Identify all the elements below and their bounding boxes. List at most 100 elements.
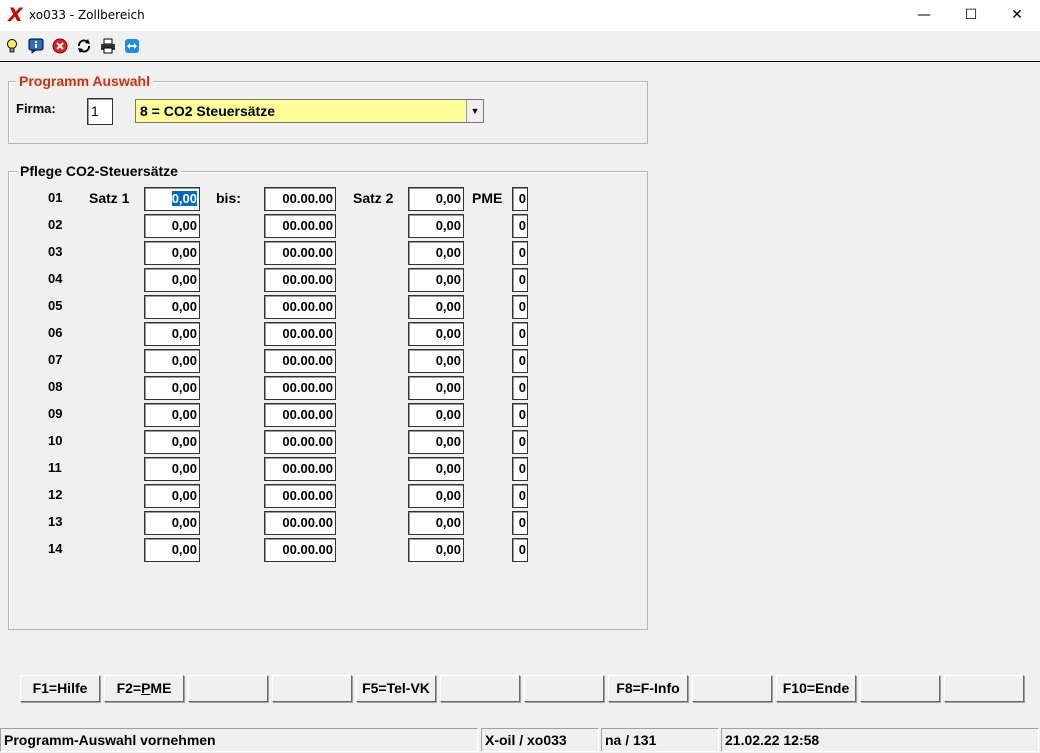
pme-input[interactable]: 0 <box>512 403 528 427</box>
lightbulb-icon[interactable] <box>4 38 20 54</box>
bis-date-input[interactable]: 00.00.00 <box>264 538 336 562</box>
bis-date-input[interactable]: 00.00.00 <box>264 376 336 400</box>
pme-input[interactable]: 0 <box>512 538 528 562</box>
fkey-f2-button[interactable]: F2=PME <box>104 675 184 702</box>
chevron-down-icon[interactable]: ▼ <box>466 100 483 122</box>
firma-label: Firma: <box>16 101 56 116</box>
satz2-input[interactable]: 0,00 <box>408 322 464 346</box>
satz1-input[interactable]: 0,00 <box>144 268 200 292</box>
bis-date-input[interactable]: 00.00.00 <box>264 268 336 292</box>
pme-input[interactable]: 0 <box>512 484 528 508</box>
satz2-input[interactable]: 0,00 <box>408 376 464 400</box>
satz2-input[interactable]: 0,00 <box>408 457 464 481</box>
pme-input[interactable]: 0 <box>512 295 528 319</box>
satz1-input[interactable]: 0,00 <box>144 376 200 400</box>
firma-input[interactable]: 1 <box>87 98 113 125</box>
fkey-empty-button[interactable] <box>860 675 940 702</box>
bis-date-input[interactable]: 00.00.00 <box>264 457 336 481</box>
program-select[interactable]: 8 = CO2 Steuersätze ▼ <box>135 99 484 123</box>
pflege-legend: Pflege CO2-Steuersätze <box>17 163 181 179</box>
satz1-input[interactable]: 0,00 <box>144 538 200 562</box>
satz1-input[interactable]: 0,00 <box>144 430 200 454</box>
fkey-empty-button[interactable] <box>440 675 520 702</box>
fkey-empty-button[interactable] <box>692 675 772 702</box>
fkey-f1-button[interactable]: F1=Hilfe <box>20 675 100 702</box>
bis-date-input[interactable]: 00.00.00 <box>264 322 336 346</box>
satz1-input[interactable]: 0,00 <box>144 403 200 427</box>
close-button[interactable]: ✕ <box>994 0 1040 31</box>
row-number: 12 <box>48 487 63 502</box>
cancel-icon[interactable] <box>52 38 68 54</box>
satz1-input[interactable]: 0,00 <box>144 322 200 346</box>
refresh-icon[interactable] <box>76 38 92 54</box>
print-icon[interactable] <box>100 38 116 54</box>
bis-date-input[interactable]: 00.00.00 <box>264 295 336 319</box>
pme-input[interactable]: 0 <box>512 457 528 481</box>
pme-header: PME <box>472 190 503 206</box>
fkey-f10-button[interactable]: F10=Ende <box>776 675 856 702</box>
satz1-input[interactable]: 0,00 <box>144 214 200 238</box>
satz2-input[interactable]: 0,00 <box>408 214 464 238</box>
status-user: na / 131 <box>601 728 719 752</box>
pme-input[interactable]: 0 <box>512 430 528 454</box>
satz1-input[interactable]: 0,00 <box>144 457 200 481</box>
row-number: 05 <box>48 298 63 313</box>
row-number: 06 <box>48 325 63 340</box>
teamviewer-icon[interactable] <box>124 38 140 54</box>
bis-date-input[interactable]: 00.00.00 <box>264 349 336 373</box>
fkey-empty-button[interactable] <box>188 675 268 702</box>
status-message: Programm-Auswahl vornehmen <box>0 728 478 752</box>
satz1-input[interactable]: 0,00 <box>144 349 200 373</box>
bis-date-input[interactable]: 00.00.00 <box>264 430 336 454</box>
satz1-input[interactable]: 0,00 <box>144 187 200 211</box>
bis-date-input[interactable]: 00.00.00 <box>264 214 336 238</box>
fkey-f5-button[interactable]: F5=Tel-VK <box>356 675 436 702</box>
row-number: 07 <box>48 352 63 367</box>
satz1-input[interactable]: 0,00 <box>144 484 200 508</box>
satz2-input[interactable]: 0,00 <box>408 484 464 508</box>
status-app: X-oil / xo033 <box>481 728 599 752</box>
bis-date-input[interactable]: 00.00.00 <box>264 403 336 427</box>
pme-input[interactable]: 0 <box>512 241 528 265</box>
bis-date-input[interactable]: 00.00.00 <box>264 484 336 508</box>
row-number: 11 <box>48 460 62 475</box>
fkey-empty-button[interactable] <box>944 675 1024 702</box>
bis-date-input[interactable]: 00.00.00 <box>264 187 336 211</box>
toolbar <box>0 31 1040 62</box>
satz2-input[interactable]: 0,00 <box>408 295 464 319</box>
programm-auswahl-legend: Programm Auswahl <box>16 73 153 89</box>
satz1-input[interactable]: 0,00 <box>144 511 200 535</box>
satz2-input[interactable]: 0,00 <box>408 538 464 562</box>
bis-date-input[interactable]: 00.00.00 <box>264 241 336 265</box>
fkey-empty-button[interactable] <box>524 675 604 702</box>
satz2-input[interactable]: 0,00 <box>408 349 464 373</box>
pme-input[interactable]: 0 <box>512 376 528 400</box>
pme-input[interactable]: 0 <box>512 322 528 346</box>
pme-input[interactable]: 0 <box>512 268 528 292</box>
satz2-input[interactable]: 0,00 <box>408 403 464 427</box>
pme-input[interactable]: 0 <box>512 214 528 238</box>
satz2-input[interactable]: 0,00 <box>408 241 464 265</box>
row-number: 08 <box>48 379 63 394</box>
row-number: 13 <box>48 514 63 529</box>
pme-input[interactable]: 0 <box>512 349 528 373</box>
satz2-input[interactable]: 0,00 <box>408 268 464 292</box>
fkey-empty-button[interactable] <box>272 675 352 702</box>
title-bar: X xo033 - Zollbereich — ☐ ✕ <box>0 0 1040 31</box>
satz2-input[interactable]: 0,00 <box>408 187 464 211</box>
satz1-input[interactable]: 0,00 <box>144 295 200 319</box>
row-number: 09 <box>48 406 63 421</box>
pme-input[interactable]: 0 <box>512 187 528 211</box>
satz1-header: Satz 1 <box>89 190 130 206</box>
window-title: xo033 - Zollbereich <box>29 8 145 22</box>
satz1-input[interactable]: 0,00 <box>144 241 200 265</box>
fkey-f8-button[interactable]: F8=F-Info <box>608 675 688 702</box>
row-number: 04 <box>48 271 63 286</box>
minimize-button[interactable]: — <box>901 0 947 31</box>
maximize-button[interactable]: ☐ <box>948 0 994 31</box>
satz2-input[interactable]: 0,00 <box>408 511 464 535</box>
satz2-input[interactable]: 0,00 <box>408 430 464 454</box>
pme-input[interactable]: 0 <box>512 511 528 535</box>
info-icon[interactable] <box>28 38 44 54</box>
bis-date-input[interactable]: 00.00.00 <box>264 511 336 535</box>
